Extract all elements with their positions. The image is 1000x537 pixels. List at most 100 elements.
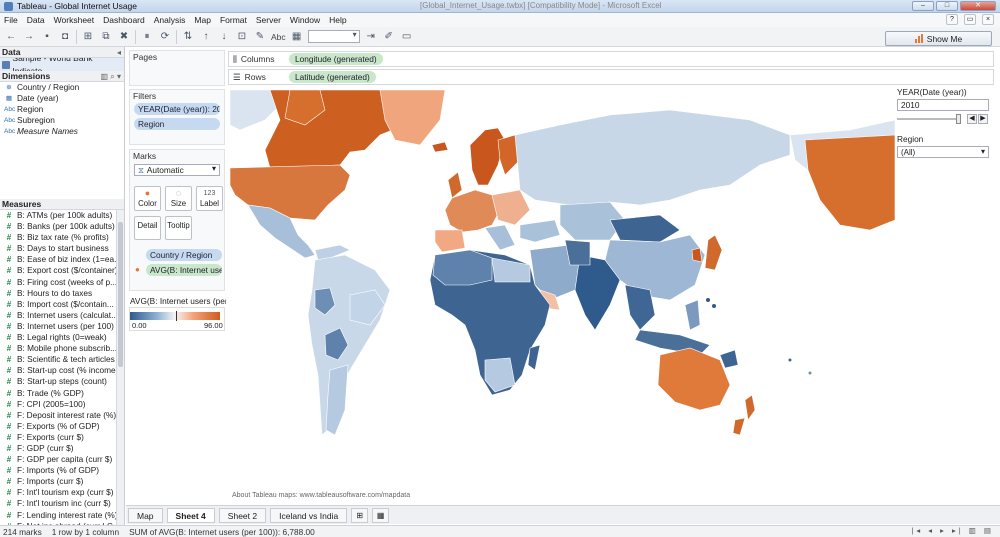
presentation-icon[interactable]: ▭ <box>400 30 414 44</box>
country-shape[interactable] <box>706 298 710 302</box>
longitude-pill[interactable]: Longitude (generated) <box>289 53 383 65</box>
measure-field[interactable]: # B: Trade (% GDP) <box>0 388 124 399</box>
measure-field[interactable]: # B: Import cost ($/contain... <box>0 299 124 310</box>
measure-field[interactable]: # B: Legal rights (0=weak) <box>0 332 124 343</box>
legend-gradient[interactable] <box>130 312 220 320</box>
measure-field[interactable]: # F: Int'l tourism inc (curr $) <box>0 498 124 509</box>
sort-asc-icon[interactable]: ↑ <box>199 30 213 44</box>
restore-icon[interactable]: ▭ <box>964 14 976 25</box>
measure-field[interactable]: # B: Ease of biz index (1=ea... <box>0 254 124 265</box>
doc-close-icon[interactable]: × <box>982 14 994 25</box>
measure-field[interactable]: # B: Days to start business <box>0 243 124 254</box>
tab-sheet-2[interactable]: Sheet 2 <box>218 507 267 523</box>
measure-field[interactable]: # B: ATMs (per 100k adults) <box>0 210 124 221</box>
dimension-country-region[interactable]: ⊕ Country / Region <box>0 82 124 93</box>
redo-icon[interactable]: → <box>22 30 36 44</box>
datasource-icon[interactable]: ◘ <box>58 30 72 44</box>
detail-button[interactable]: Detail <box>134 216 161 240</box>
measure-field[interactable]: # F: Deposit interest rate (%) <box>0 410 124 421</box>
new-worksheet-icon[interactable]: ⊞ <box>81 30 95 44</box>
tab-sheet-4[interactable]: Sheet 4 <box>166 507 215 523</box>
avg-internet-users-color-pill[interactable]: AVG(B: Internet use... <box>146 264 222 276</box>
help-icon[interactable]: ? <box>946 14 958 25</box>
measure-field[interactable]: # F: GDP (curr $) <box>0 443 124 454</box>
pause-updates-icon[interactable]: ⏸ <box>140 30 154 44</box>
measure-field[interactable]: # B: Scientific & tech articles <box>0 354 124 365</box>
measure-field[interactable]: # B: Hours to do taxes <box>0 288 124 299</box>
slider-next-arrow[interactable]: ▶ <box>978 114 988 124</box>
country-shape[interactable] <box>432 249 493 286</box>
collapse-icon[interactable]: ◂ <box>117 47 121 58</box>
measure-field[interactable]: # B: Start-up steps (count) <box>0 376 124 387</box>
swap-icon[interactable]: ⇅ <box>181 30 195 44</box>
menu-server[interactable]: Server <box>256 15 281 25</box>
filter-year-pill[interactable]: YEAR(Date (year)): 2010 <box>134 103 220 115</box>
undo-icon[interactable]: ← <box>4 30 18 44</box>
refresh-icon[interactable]: ⟳ <box>158 30 172 44</box>
totals-icon[interactable]: ▦ <box>290 30 304 44</box>
measure-field[interactable]: # B: Internet users (calculat... <box>0 310 124 321</box>
dimension-measure-names[interactable]: Abc Measure Names <box>0 126 124 137</box>
latitude-pill[interactable]: Latitude (generated) <box>289 71 376 83</box>
measure-field[interactable]: # F: Lending interest rate (%) <box>0 510 124 521</box>
show-labels-button[interactable]: Abc <box>271 32 286 42</box>
new-dashboard-tab-icon[interactable]: ▦ <box>372 507 390 523</box>
map-attribution[interactable]: About Tableau maps: www.tableausoftware.… <box>232 492 410 499</box>
maximize-button[interactable]: □ <box>936 1 958 11</box>
year-slider[interactable]: ◀ ▶ <box>897 114 989 124</box>
measure-field[interactable]: # B: Export cost ($/container) <box>0 265 124 276</box>
dimension-region[interactable]: Abc Region <box>0 104 124 115</box>
country-shape[interactable] <box>434 229 466 253</box>
duplicate-sheet-icon[interactable]: ⧉ <box>99 30 113 44</box>
group-icon[interactable]: ⊡ <box>235 30 249 44</box>
menu-analysis[interactable]: Analysis <box>154 15 186 25</box>
measure-field[interactable]: # B: Banks (per 100k adults) <box>0 221 124 232</box>
measure-field[interactable]: # B: Mobile phone subscrib... <box>0 343 124 354</box>
close-button[interactable]: ✕ <box>960 1 996 11</box>
slider-track[interactable] <box>897 118 959 120</box>
measure-field[interactable]: # B: Start-up cost (% income) <box>0 365 124 376</box>
country-shape[interactable] <box>788 358 792 362</box>
menu-map[interactable]: Map <box>194 15 211 25</box>
save-icon[interactable]: ▪ <box>40 30 54 44</box>
region-filter-select[interactable]: (All) <box>897 146 989 158</box>
clear-sheet-icon[interactable]: ✖ <box>117 30 131 44</box>
menu-worksheet[interactable]: Worksheet <box>54 15 94 25</box>
sheet-nav-icon[interactable]: |◂ ◂ ▸ ▸| ▥ ▤ <box>911 526 994 535</box>
tooltip-button[interactable]: Tooltip <box>165 216 192 240</box>
mark-type-select[interactable]: ⧖ Automatic <box>134 164 220 176</box>
measure-field[interactable]: # B: Firing cost (weeks of p... <box>0 277 124 288</box>
tab-iceland-vs-india[interactable]: Iceland vs India <box>270 507 348 523</box>
slider-prev-arrow[interactable]: ◀ <box>967 114 977 124</box>
highlight-icon[interactable]: ✎ <box>253 30 267 44</box>
menu-data[interactable]: Data <box>27 15 45 25</box>
menu-window[interactable]: Window <box>290 15 320 25</box>
country-shape[interactable] <box>808 371 812 375</box>
datasource-item[interactable]: Sample - World Bank Indicato... <box>0 53 124 76</box>
menu-file[interactable]: File <box>4 15 18 25</box>
fit-combo[interactable] <box>307 30 360 43</box>
measure-field[interactable]: # F: Int'l tourism exp (curr $) <box>0 487 124 498</box>
country-shape[interactable] <box>712 304 716 308</box>
minimize-button[interactable]: – <box>912 1 934 11</box>
dimensions-controls-icon[interactable]: ▥ ⌕ ▾ <box>101 71 122 82</box>
show-me-button[interactable]: Show Me <box>885 31 992 46</box>
measure-field[interactable]: # B: Internet users (per 100) <box>0 321 124 332</box>
measure-field[interactable]: # B: Biz tax rate (% profits) <box>0 232 124 243</box>
country-region-detail-pill[interactable]: Country / Region <box>146 249 222 261</box>
tab-map[interactable]: Map <box>128 507 163 523</box>
map-view[interactable]: UNIT <box>230 90 895 503</box>
measure-field[interactable]: # F: Exports (% of GDP) <box>0 421 124 432</box>
fix-axes-icon[interactable]: ⇥ <box>364 30 378 44</box>
new-worksheet-tab-icon[interactable]: ⊞ <box>351 507 369 523</box>
scrollbar-thumb[interactable] <box>118 222 123 367</box>
measures-scrollbar[interactable] <box>116 210 124 526</box>
menu-format[interactable]: Format <box>220 15 247 25</box>
sort-desc-icon[interactable]: ↓ <box>217 30 231 44</box>
measure-field[interactable]: # F: Imports (curr $) <box>0 476 124 487</box>
color-button[interactable]: ● Color <box>134 186 161 211</box>
menu-help[interactable]: Help <box>329 15 346 25</box>
dimension-date-year[interactable]: ▦ Date (year) <box>0 93 124 104</box>
columns-shelf[interactable]: ⫼ Columns Longitude (generated) <box>228 51 994 67</box>
dimension-subregion[interactable]: Abc Subregion <box>0 115 124 126</box>
